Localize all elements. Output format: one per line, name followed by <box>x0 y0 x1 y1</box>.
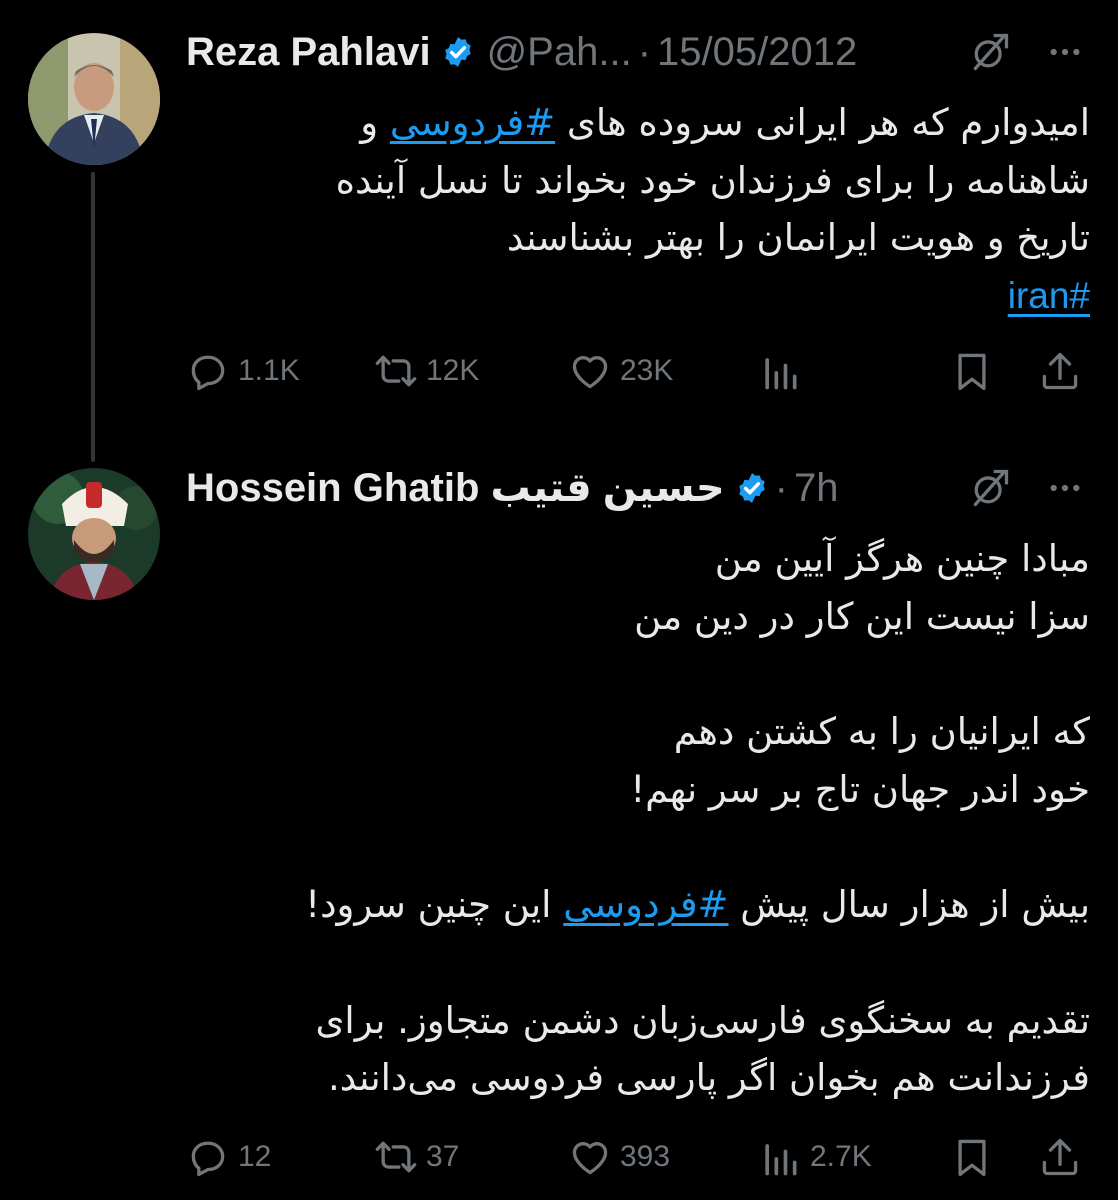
like-icon <box>572 1142 608 1175</box>
views-icon <box>765 358 797 390</box>
tweet-line-text: این چنین سرود! <box>305 883 564 927</box>
grok-icon[interactable] <box>968 466 1012 510</box>
tweet-line-text: و <box>360 101 390 144</box>
grok-icon[interactable] <box>968 30 1012 74</box>
views-button[interactable]: 2.7K <box>758 1135 872 1179</box>
retweet-count: 12K <box>426 354 480 387</box>
retweet-icon <box>375 1141 417 1173</box>
tweet-header: Hossein Ghatib حسین قتیب · 7h <box>186 458 1090 518</box>
tweet-line-text: بیش از هزار سال پیش <box>728 883 1090 927</box>
bookmark-icon <box>958 1139 986 1177</box>
reply-button[interactable]: 1.1K <box>186 349 300 393</box>
share-button[interactable] <box>1038 349 1082 393</box>
tweet-line: خود اندر جهان تاج بر سر نهم! <box>630 767 1090 811</box>
share-icon <box>1042 1138 1078 1176</box>
tweet-hossein-ghatib[interactable]: Hossein Ghatib حسین قتیب · 7h مبادا چنین… <box>0 455 1118 1200</box>
author-name[interactable]: Reza Pahlavi <box>186 30 431 75</box>
tweet-text: مبادا چنین هرگز آیین من سزا نیست این کار… <box>186 530 1090 1107</box>
share-button[interactable] <box>1038 1135 1082 1179</box>
separator-dot: · <box>637 29 652 74</box>
author-name[interactable]: Hossein Ghatib حسین قتیب <box>186 465 725 511</box>
like-count: 23K <box>620 354 674 387</box>
reply-count: 12 <box>238 1140 272 1173</box>
more-icon[interactable] <box>1048 471 1082 505</box>
reply-button[interactable]: 12 <box>186 1135 271 1179</box>
hashtag-ferdowsi[interactable]: #فردوسی <box>390 101 555 144</box>
tweet-line: تاریخ و هویت ایرانمان را بهتر بشناسند <box>506 216 1090 260</box>
bookmark-button[interactable] <box>950 349 994 393</box>
more-icon[interactable] <box>1048 35 1082 69</box>
tweet-text: امیدوارم که هر ایرانی سروده های #فردوسی … <box>186 94 1090 325</box>
tweet-line: مبادا چنین هرگز آیین من <box>714 537 1090 580</box>
thread-line <box>91 172 95 462</box>
retweet-button[interactable]: 37 <box>374 1135 459 1179</box>
author-handle[interactable]: @Pah... <box>487 30 632 75</box>
tweet-line: که ایرانیان را به کشتن دهم <box>673 710 1090 754</box>
avatar-hossein-ghatib[interactable] <box>28 468 160 600</box>
share-icon <box>1042 352 1078 390</box>
tweet-line: امیدوارم که هر ایرانی سروده های #فردوسی … <box>186 94 1090 152</box>
tweet-line: شاهنامه را برای فرزندان خود بخواند تا نس… <box>335 158 1090 202</box>
views-count: 2.7K <box>810 1140 872 1173</box>
tweet-actions: 1.1K 12K 23K <box>186 346 1090 396</box>
verified-badge-icon[interactable] <box>441 35 475 69</box>
views-icon <box>765 1144 797 1176</box>
like-icon <box>572 356 608 389</box>
retweet-icon <box>375 355 417 387</box>
hashtag-ferdowsi[interactable]: #فردوسی <box>563 883 728 926</box>
bookmark-icon <box>958 353 986 391</box>
tweet-line: سزا نیست این کار در دین من <box>634 594 1090 638</box>
tweet-line: #iran <box>186 267 1090 325</box>
avatar-reza-pahlavi[interactable] <box>28 33 160 165</box>
tweet-date[interactable]: 7h <box>794 466 839 511</box>
tweet-line: فرزندانت هم بخوان اگر پارسی فردوسی می‌دا… <box>328 1056 1090 1100</box>
tweet-reza-pahlavi[interactable]: Reza Pahlavi @Pah... · 15/05/2012 امیدوا… <box>0 0 1118 470</box>
reply-icon <box>191 355 225 391</box>
retweet-count: 37 <box>426 1140 460 1173</box>
tweet-line: بیش از هزار سال پیش #فردوسی این چنین سرو… <box>186 876 1090 934</box>
tweet-line-text: امیدوارم که هر ایرانی سروده های <box>555 101 1090 144</box>
views-button[interactable] <box>758 349 810 393</box>
like-button[interactable]: 393 <box>568 1135 670 1179</box>
retweet-button[interactable]: 12K <box>374 349 479 393</box>
separator-dot: · <box>774 465 788 510</box>
verified-badge-icon[interactable] <box>735 471 769 505</box>
tweet-line: تقدیم به سخنگوی فارسی‌زبان دشمن متجاوز. … <box>315 998 1090 1042</box>
reply-icon <box>191 1141 225 1177</box>
hashtag-iran[interactable]: #iran <box>1008 275 1090 316</box>
like-count: 393 <box>620 1140 671 1173</box>
reply-count: 1.1K <box>238 354 300 387</box>
bookmark-button[interactable] <box>950 1135 994 1179</box>
tweet-actions: 12 37 393 2.7K <box>186 1132 1090 1182</box>
tweet-header: Reza Pahlavi @Pah... · 15/05/2012 <box>186 22 1090 82</box>
tweet-date[interactable]: 15/05/2012 <box>657 30 857 75</box>
like-button[interactable]: 23K <box>568 349 673 393</box>
